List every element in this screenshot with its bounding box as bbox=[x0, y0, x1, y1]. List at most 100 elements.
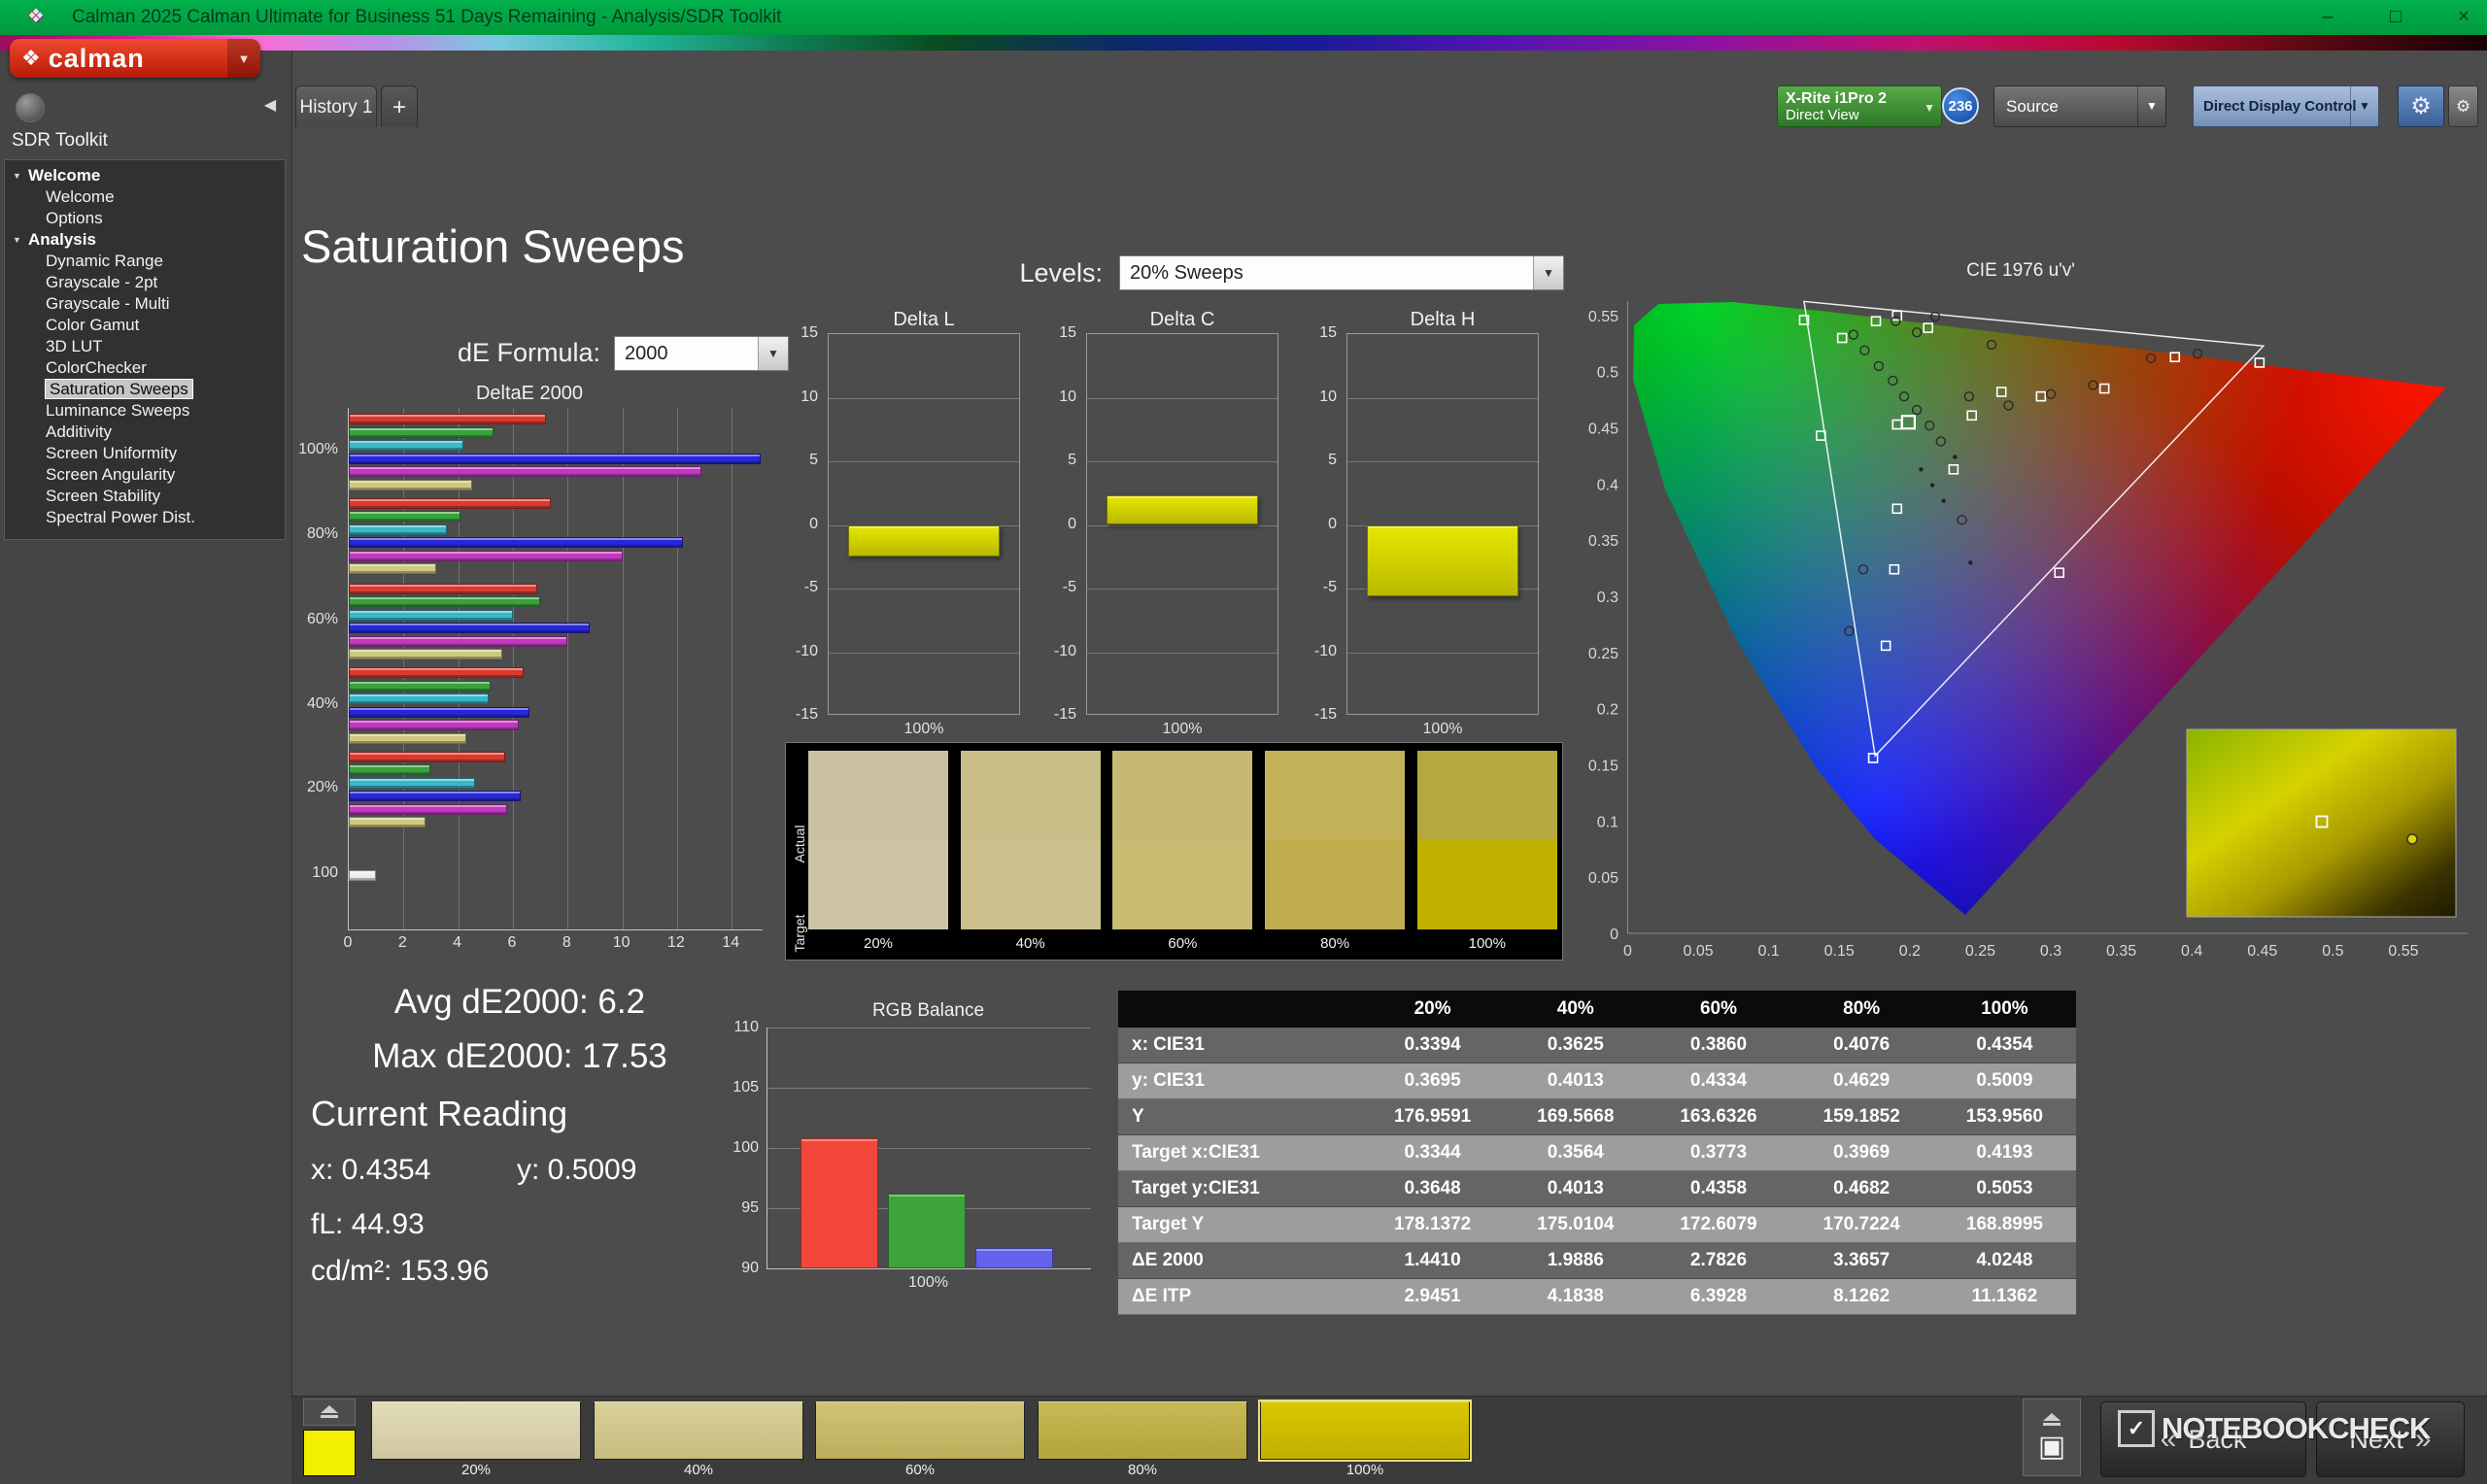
calman-window: ❖ Calman 2025 Calman Ultimate for Busine… bbox=[0, 0, 2487, 1484]
y-tick-label: 15 bbox=[1319, 324, 1337, 341]
sidebar-item-grayscale-multi[interactable]: Grayscale - Multi bbox=[5, 293, 285, 315]
y-tick-label: 0 bbox=[1068, 515, 1076, 532]
back-button[interactable]: « Back bbox=[2100, 1401, 2306, 1477]
settings-gear-button[interactable]: ⚙ bbox=[2398, 85, 2444, 127]
y-tick-label: 105 bbox=[732, 1079, 759, 1096]
gridline bbox=[767, 1028, 1091, 1029]
row-label: x: CIE31 bbox=[1118, 1028, 1361, 1063]
deltae-bar-blue bbox=[349, 623, 590, 634]
tree-group-analysis[interactable]: ▼ Analysis bbox=[5, 229, 285, 251]
sidebar-item-screen-uniformity[interactable]: Screen Uniformity bbox=[5, 443, 285, 464]
delta-bar bbox=[1107, 495, 1258, 525]
delta-l-xlabel: 100% bbox=[903, 721, 944, 737]
chevron-right-icon: » bbox=[2414, 1423, 2432, 1455]
pattern-swatch-100%[interactable] bbox=[1260, 1401, 1470, 1460]
gridline bbox=[829, 652, 1019, 654]
table-header: 100% bbox=[1932, 991, 2076, 1028]
deltae-bar-yellow bbox=[349, 563, 437, 575]
rgb-bar-red bbox=[801, 1138, 878, 1268]
deltae-bar-green bbox=[349, 680, 492, 691]
display-control-label: Direct Display Control bbox=[2203, 98, 2357, 115]
sidebar-item-luminance-sweeps[interactable]: Luminance Sweeps bbox=[5, 400, 285, 422]
table-cell: 0.4193 bbox=[1932, 1134, 2076, 1171]
sidebar-item-screen-stability[interactable]: Screen Stability bbox=[5, 486, 285, 507]
current-pattern-swatch[interactable] bbox=[303, 1430, 356, 1476]
meter-dropdown[interactable]: X-Rite i1Pro 2 Direct View ▼ bbox=[1777, 85, 1942, 127]
sidebar-collapse-icon[interactable]: ◀ bbox=[256, 93, 284, 118]
display-control-dropdown[interactable]: Direct Display Control ▼ bbox=[2193, 85, 2379, 127]
secondary-settings-button[interactable]: ⚙ bbox=[2448, 85, 2478, 127]
actual-swatch-60% bbox=[1112, 751, 1253, 840]
table-cell: 163.6326 bbox=[1647, 1098, 1790, 1135]
maximize-button[interactable]: □ bbox=[2372, 0, 2419, 35]
sidebar-item-options[interactable]: Options bbox=[5, 208, 285, 229]
de-formula-value: 2000 bbox=[625, 343, 668, 364]
table-cell: 0.3625 bbox=[1504, 1028, 1648, 1063]
svg-text:0.05: 0.05 bbox=[1588, 870, 1618, 887]
next-label: Next bbox=[2349, 1424, 2403, 1454]
deltae-row-label: 80% bbox=[306, 524, 338, 542]
minimize-button[interactable]: – bbox=[2304, 0, 2351, 35]
sidebar-item-welcome[interactable]: Welcome bbox=[5, 186, 285, 208]
delta-l-chart bbox=[828, 333, 1020, 715]
sidebar-item-colorchecker[interactable]: ColorChecker bbox=[5, 357, 285, 379]
source-label: Source bbox=[2006, 97, 2059, 116]
sidebar-item-additivity[interactable]: Additivity bbox=[5, 422, 285, 443]
calman-logo-button[interactable]: ❖ calman ▼ bbox=[10, 39, 260, 78]
table-cell: 0.4354 bbox=[1932, 1028, 2076, 1063]
pattern-swatch-20%[interactable] bbox=[371, 1401, 581, 1460]
swatch-level-label: 100% bbox=[1468, 935, 1506, 952]
pattern-window-button[interactable]: ▣ bbox=[2023, 1399, 2081, 1476]
close-button[interactable]: × bbox=[2440, 0, 2487, 35]
pattern-swatch-60%[interactable] bbox=[815, 1401, 1025, 1460]
pattern-swatch-80%[interactable] bbox=[1038, 1401, 1247, 1460]
gridline bbox=[567, 408, 569, 929]
table-row: y: CIE31 0.3695 0.4013 0.4334 0.4629 0.5009 bbox=[1118, 1062, 2076, 1099]
source-dropdown[interactable]: Source ▼ bbox=[1993, 85, 2166, 127]
swatch-level-label: 80% bbox=[1320, 935, 1350, 952]
next-button[interactable]: Next » bbox=[2316, 1401, 2465, 1477]
table-cell: 0.3394 bbox=[1361, 1028, 1505, 1063]
pattern-eject-button[interactable] bbox=[303, 1399, 356, 1426]
y-tick-label: 5 bbox=[1068, 452, 1076, 468]
sidebar-item-grayscale-2pt[interactable]: Grayscale - 2pt bbox=[5, 272, 285, 293]
table-cell: 169.5668 bbox=[1504, 1098, 1648, 1135]
logo-menu-arrow-icon[interactable]: ▼ bbox=[227, 39, 260, 78]
gridline bbox=[1087, 589, 1278, 590]
sidebar-item-3d-lut[interactable]: 3D LUT bbox=[5, 336, 285, 357]
target-swatch-100% bbox=[1416, 840, 1557, 929]
table-cell: 170.7224 bbox=[1789, 1206, 1933, 1243]
gridline bbox=[1347, 652, 1538, 654]
deltae2000-chart bbox=[348, 408, 763, 930]
gridline bbox=[1087, 524, 1278, 526]
y-tick-label: 15 bbox=[1059, 324, 1076, 341]
svg-text:0.05: 0.05 bbox=[1684, 943, 1714, 960]
x-tick-label: 6 bbox=[507, 934, 517, 951]
x-tick-label: 10 bbox=[612, 934, 630, 951]
levels-dropdown[interactable]: 20% Sweeps ▼ bbox=[1119, 255, 1564, 290]
row-label: y: CIE31 bbox=[1118, 1062, 1361, 1099]
deltae-bar-magenta bbox=[349, 635, 568, 647]
deltae-bar-magenta bbox=[349, 466, 702, 478]
deltae-bar-yellow bbox=[349, 817, 426, 828]
table-cell: 0.5053 bbox=[1932, 1170, 2076, 1207]
tab-add-button[interactable]: + bbox=[381, 85, 418, 127]
sidebar-orb-button[interactable] bbox=[16, 93, 45, 122]
de-formula-dropdown[interactable]: 2000 ▼ bbox=[614, 336, 789, 371]
tree-group-welcome[interactable]: ▼ Welcome bbox=[5, 165, 285, 186]
y-tick-label: -5 bbox=[1062, 579, 1076, 595]
sidebar-item-spectral-power-dist[interactable]: Spectral Power Dist. bbox=[5, 507, 285, 528]
table-cell: 0.4013 bbox=[1504, 1062, 1648, 1099]
meter-count-badge: 236 bbox=[1942, 87, 1979, 124]
gridline bbox=[767, 1088, 1091, 1089]
actual-row-label: Actual bbox=[792, 825, 807, 863]
actual-swatch-100% bbox=[1416, 751, 1557, 840]
deltae-bar-red bbox=[349, 414, 546, 425]
tab-history-1[interactable]: History 1 bbox=[295, 85, 377, 127]
sidebar-item-saturation-sweeps[interactable]: Saturation Sweeps bbox=[5, 379, 285, 400]
sidebar-item-dynamic-range[interactable]: Dynamic Range bbox=[5, 251, 285, 272]
pattern-swatch-40%[interactable] bbox=[594, 1401, 803, 1460]
table-cell: 0.4682 bbox=[1789, 1170, 1933, 1207]
sidebar-item-color-gamut[interactable]: Color Gamut bbox=[5, 315, 285, 336]
sidebar-item-screen-angularity[interactable]: Screen Angularity bbox=[5, 464, 285, 486]
